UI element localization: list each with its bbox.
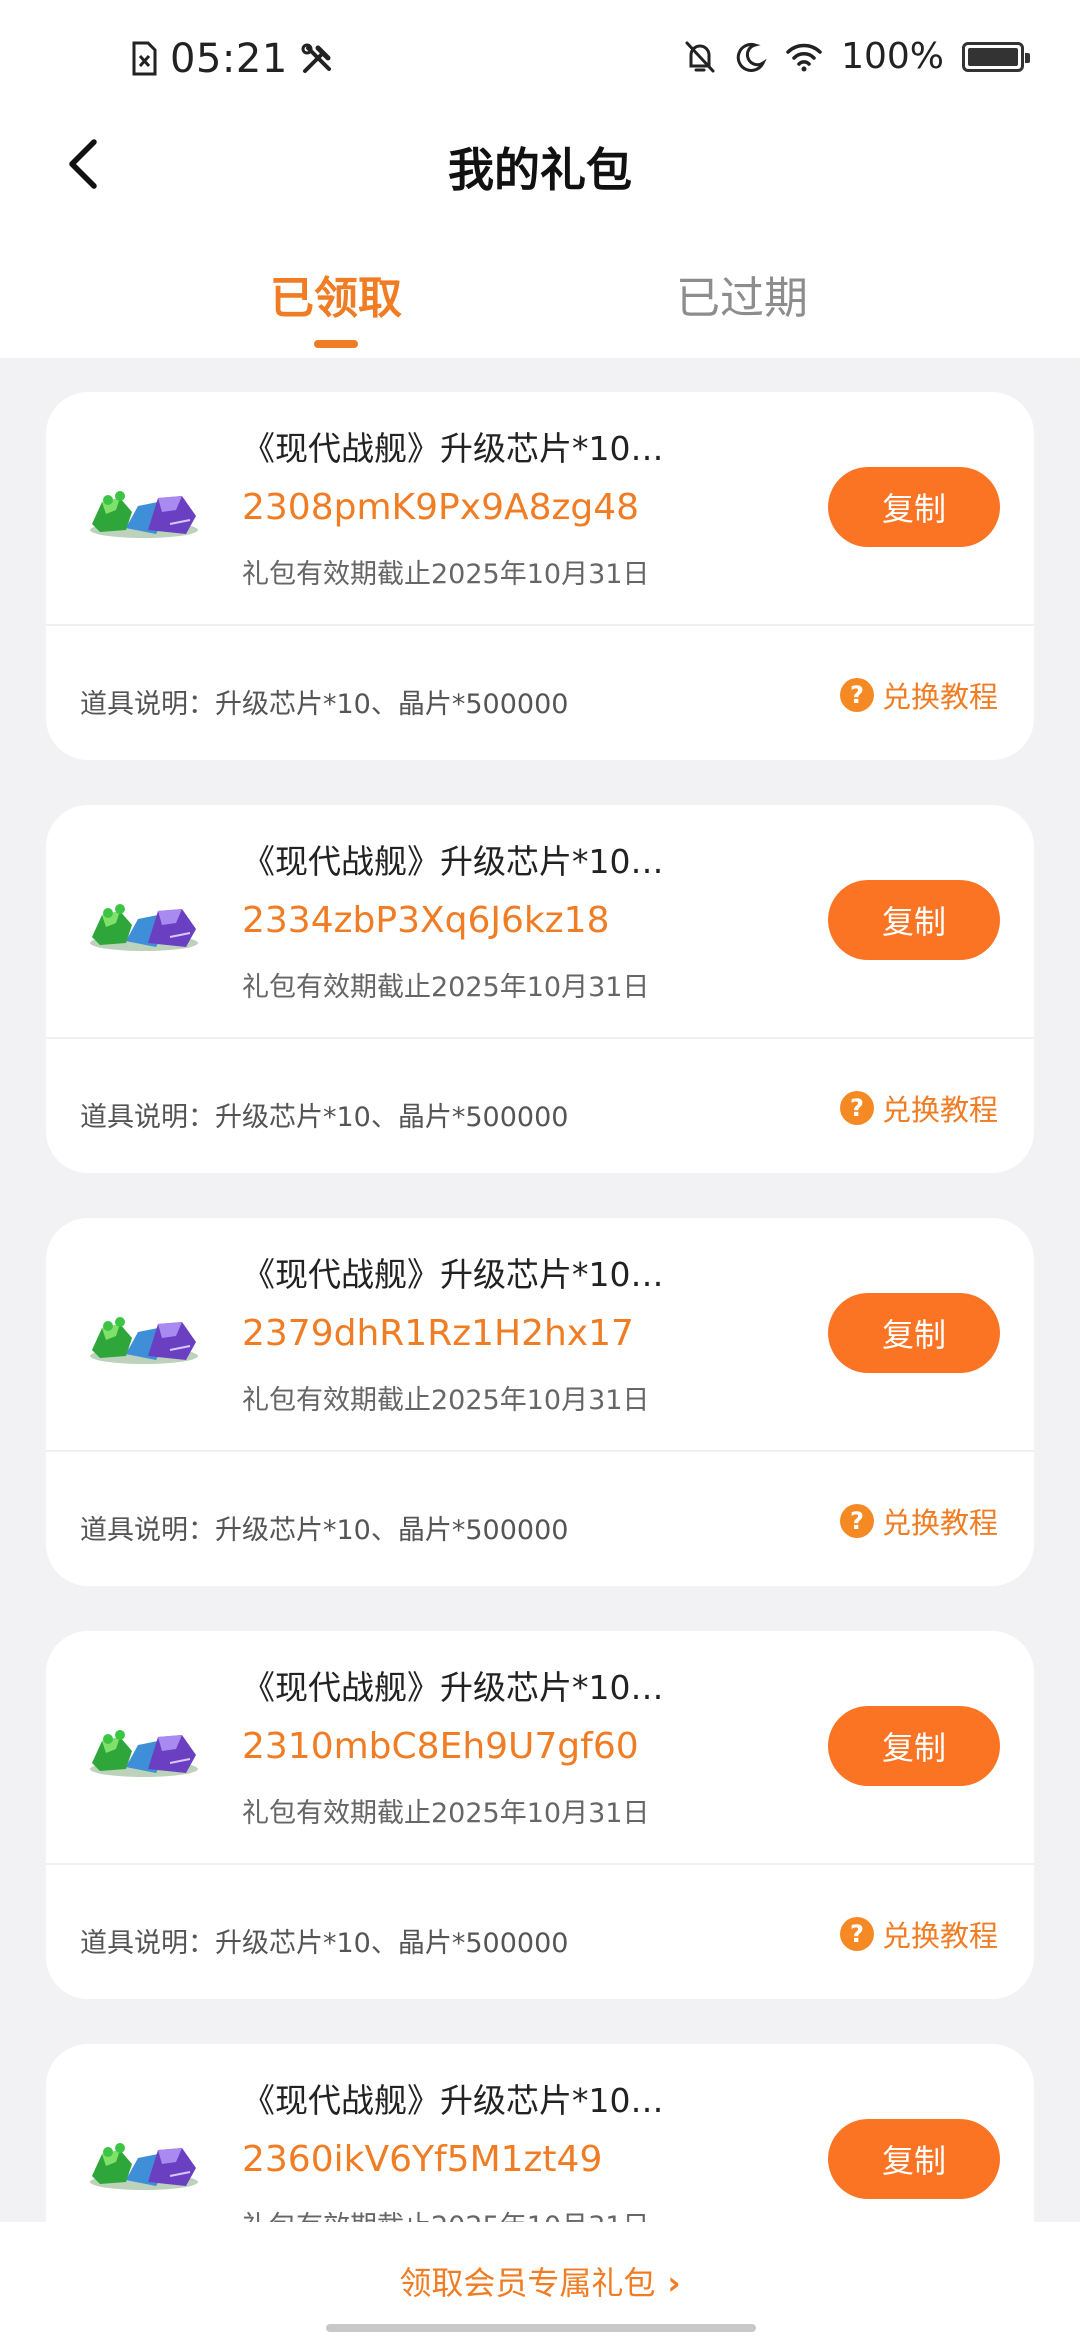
- member-gift-link[interactable]: 领取会员专属礼包 ›: [0, 2258, 1080, 2304]
- gift-title: 《现代战舰》升级芯片*10…: [242, 2081, 664, 2120]
- copy-button[interactable]: 复制: [828, 467, 1000, 547]
- header: 我的礼包: [0, 120, 1080, 210]
- gift-code: 2334zbP3Xq6J6kz18: [242, 900, 610, 941]
- tutorial-label: 兑换教程: [881, 1093, 998, 1127]
- gift-code: 2308pmK9Px9A8zg48: [242, 487, 640, 528]
- gift-description: 道具说明：升级芯片*10、晶片*500000: [80, 1515, 569, 1546]
- gift-title: 《现代战舰》升级芯片*10…: [242, 429, 664, 468]
- moon-icon: [736, 42, 767, 72]
- gift-item-icon: [90, 904, 198, 951]
- question-icon: ?: [839, 1091, 874, 1125]
- chevron-right-icon: ›: [667, 2264, 681, 2302]
- gift-expiry: 礼包有效期截止2025年10月31日: [242, 1798, 650, 1829]
- gift-code: 2379dhR1Rz1H2hx17: [242, 1313, 634, 1354]
- status-left: 05:21: [130, 36, 334, 82]
- question-icon: ?: [839, 678, 874, 712]
- home-indicator: [326, 2324, 756, 2332]
- battery-icon: [962, 41, 1030, 72]
- tutorial-label: 兑换教程: [881, 680, 998, 714]
- sim-error-icon: [132, 41, 157, 76]
- battery-percent: 100%: [841, 36, 944, 77]
- gift-description: 道具说明：升级芯片*10、晶片*500000: [80, 1102, 569, 1133]
- card-divider: [46, 624, 1034, 626]
- card-divider: [46, 1863, 1034, 1865]
- question-icon: ?: [839, 1917, 874, 1951]
- copy-button[interactable]: 复制: [828, 1293, 1000, 1373]
- gift-description: 道具说明：升级芯片*10、晶片*500000: [80, 689, 569, 720]
- gift-card: 《现代战舰》升级芯片*10… 2308pmK9Px9A8zg48 礼包有效期截止…: [46, 392, 1034, 760]
- gift-expiry: 礼包有效期截止2025年10月31日: [242, 1385, 650, 1416]
- member-gift-label: 领取会员专属礼包: [399, 2264, 656, 2302]
- clock: 05:21: [170, 36, 288, 82]
- gift-item-icon: [90, 491, 198, 538]
- bottom-bar: 领取会员专属礼包 ›: [0, 2222, 1080, 2340]
- redeem-tutorial-link[interactable]: ? 兑换教程: [839, 674, 998, 716]
- gift-item-icon: [90, 1317, 198, 1364]
- tab-expired[interactable]: 已过期: [612, 262, 872, 326]
- copy-button[interactable]: 复制: [828, 1706, 1000, 1786]
- tutorial-label: 兑换教程: [881, 1506, 998, 1540]
- gift-title: 《现代战舰》升级芯片*10…: [242, 1255, 664, 1294]
- card-divider: [46, 1037, 1034, 1039]
- redeem-tutorial-link[interactable]: ? 兑换教程: [839, 1500, 998, 1542]
- wifi-icon: [786, 43, 822, 71]
- page-title: 我的礼包: [448, 143, 632, 197]
- gift-expiry: 礼包有效期截止2025年10月31日: [242, 972, 650, 1003]
- tools-icon: [301, 43, 331, 73]
- active-tab-indicator: [314, 340, 358, 348]
- card-divider: [46, 1450, 1034, 1452]
- status-bar: 05:21 100%: [0, 0, 1080, 120]
- gift-card: 《现代战舰》升级芯片*10… 2310mbC8Eh9U7gf60 礼包有效期截止…: [46, 1631, 1034, 1999]
- gift-code: 2310mbC8Eh9U7gf60: [242, 1726, 639, 1767]
- gift-title: 《现代战舰》升级芯片*10…: [242, 1668, 664, 1707]
- status-right: 100%: [683, 36, 1030, 77]
- redeem-tutorial-link[interactable]: ? 兑换教程: [839, 1913, 998, 1955]
- gift-description: 道具说明：升级芯片*10、晶片*500000: [80, 1928, 569, 1959]
- tab-bar: 已领取 已过期: [0, 250, 1080, 350]
- gift-card: 《现代战舰》升级芯片*10… 2334zbP3Xq6J6kz18 礼包有效期截止…: [46, 805, 1034, 1173]
- gift-item-icon: [90, 1730, 198, 1777]
- copy-button[interactable]: 复制: [828, 880, 1000, 960]
- gift-item-icon: [90, 2143, 198, 2190]
- question-icon: ?: [839, 1504, 874, 1538]
- gift-card: 《现代战舰》升级芯片*10… 2379dhR1Rz1H2hx17 礼包有效期截止…: [46, 1218, 1034, 1586]
- redeem-tutorial-link[interactable]: ? 兑换教程: [839, 1087, 998, 1129]
- copy-button[interactable]: 复制: [828, 2119, 1000, 2199]
- tab-claimed[interactable]: 已领取: [206, 262, 466, 326]
- tutorial-label: 兑换教程: [881, 1919, 998, 1953]
- gift-expiry: 礼包有效期截止2025年10月31日: [242, 559, 650, 590]
- gift-code: 2360ikV6Yf5M1zt49: [242, 2139, 603, 2180]
- bell-off-icon: [685, 41, 715, 72]
- gift-title: 《现代战舰》升级芯片*10…: [242, 842, 664, 881]
